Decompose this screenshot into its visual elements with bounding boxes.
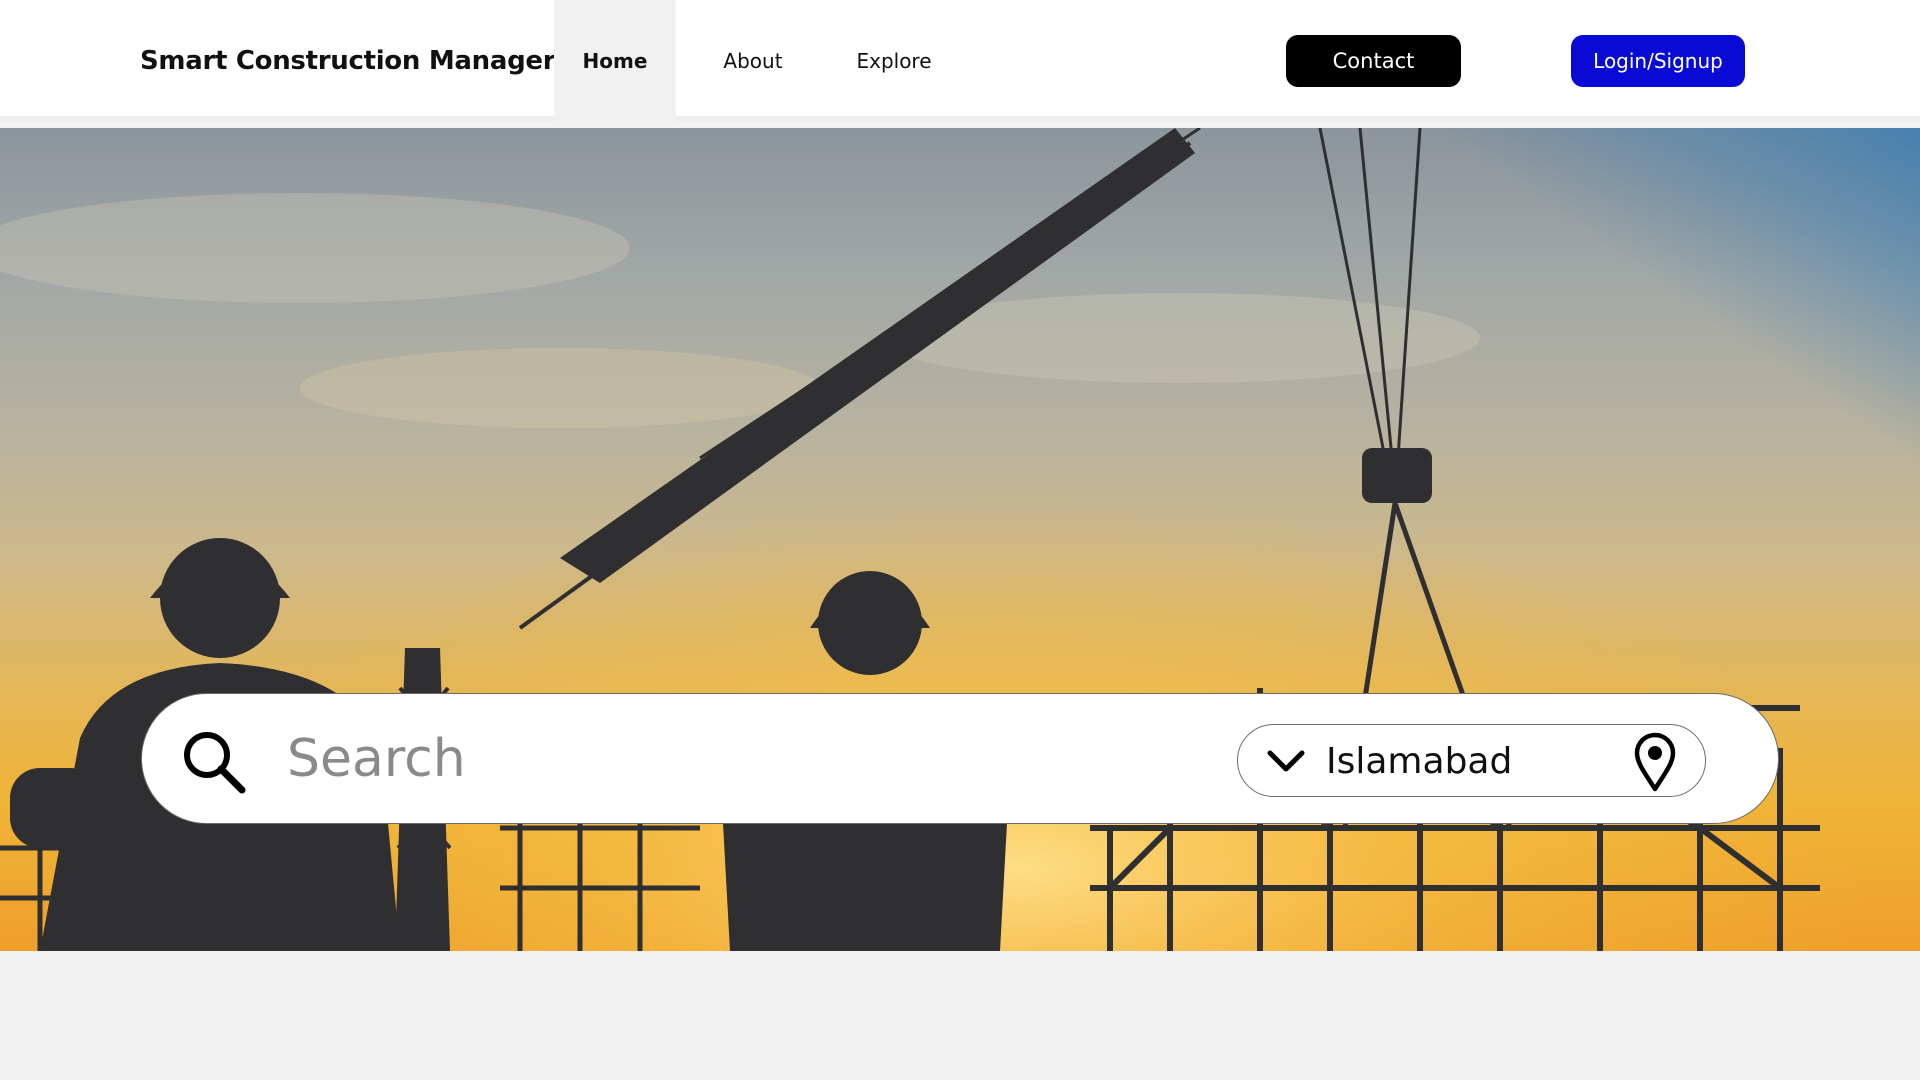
nav-explore[interactable]: Explore: [832, 0, 956, 122]
nav-about[interactable]: About: [694, 0, 812, 122]
login-signup-button[interactable]: Login/Signup: [1571, 35, 1745, 87]
search-icon[interactable]: [180, 728, 248, 796]
search-input[interactable]: [287, 718, 1337, 800]
content-area: [0, 951, 1920, 1080]
contact-button[interactable]: Contact: [1286, 35, 1461, 87]
top-navbar: Smart Construction Manager Home About Ex…: [0, 0, 1920, 122]
map-pin-icon[interactable]: [1632, 732, 1678, 792]
chevron-down-icon[interactable]: [1266, 747, 1306, 775]
hero-background-image: [0, 128, 1920, 951]
search-bar: Islamabad: [141, 693, 1779, 824]
hero-banner: Islamabad: [0, 128, 1920, 951]
site-brand[interactable]: Smart Construction Manager: [140, 0, 556, 122]
location-selector[interactable]: Islamabad: [1237, 724, 1706, 797]
location-value: Islamabad: [1326, 741, 1513, 782]
nav-home[interactable]: Home: [554, 0, 676, 122]
